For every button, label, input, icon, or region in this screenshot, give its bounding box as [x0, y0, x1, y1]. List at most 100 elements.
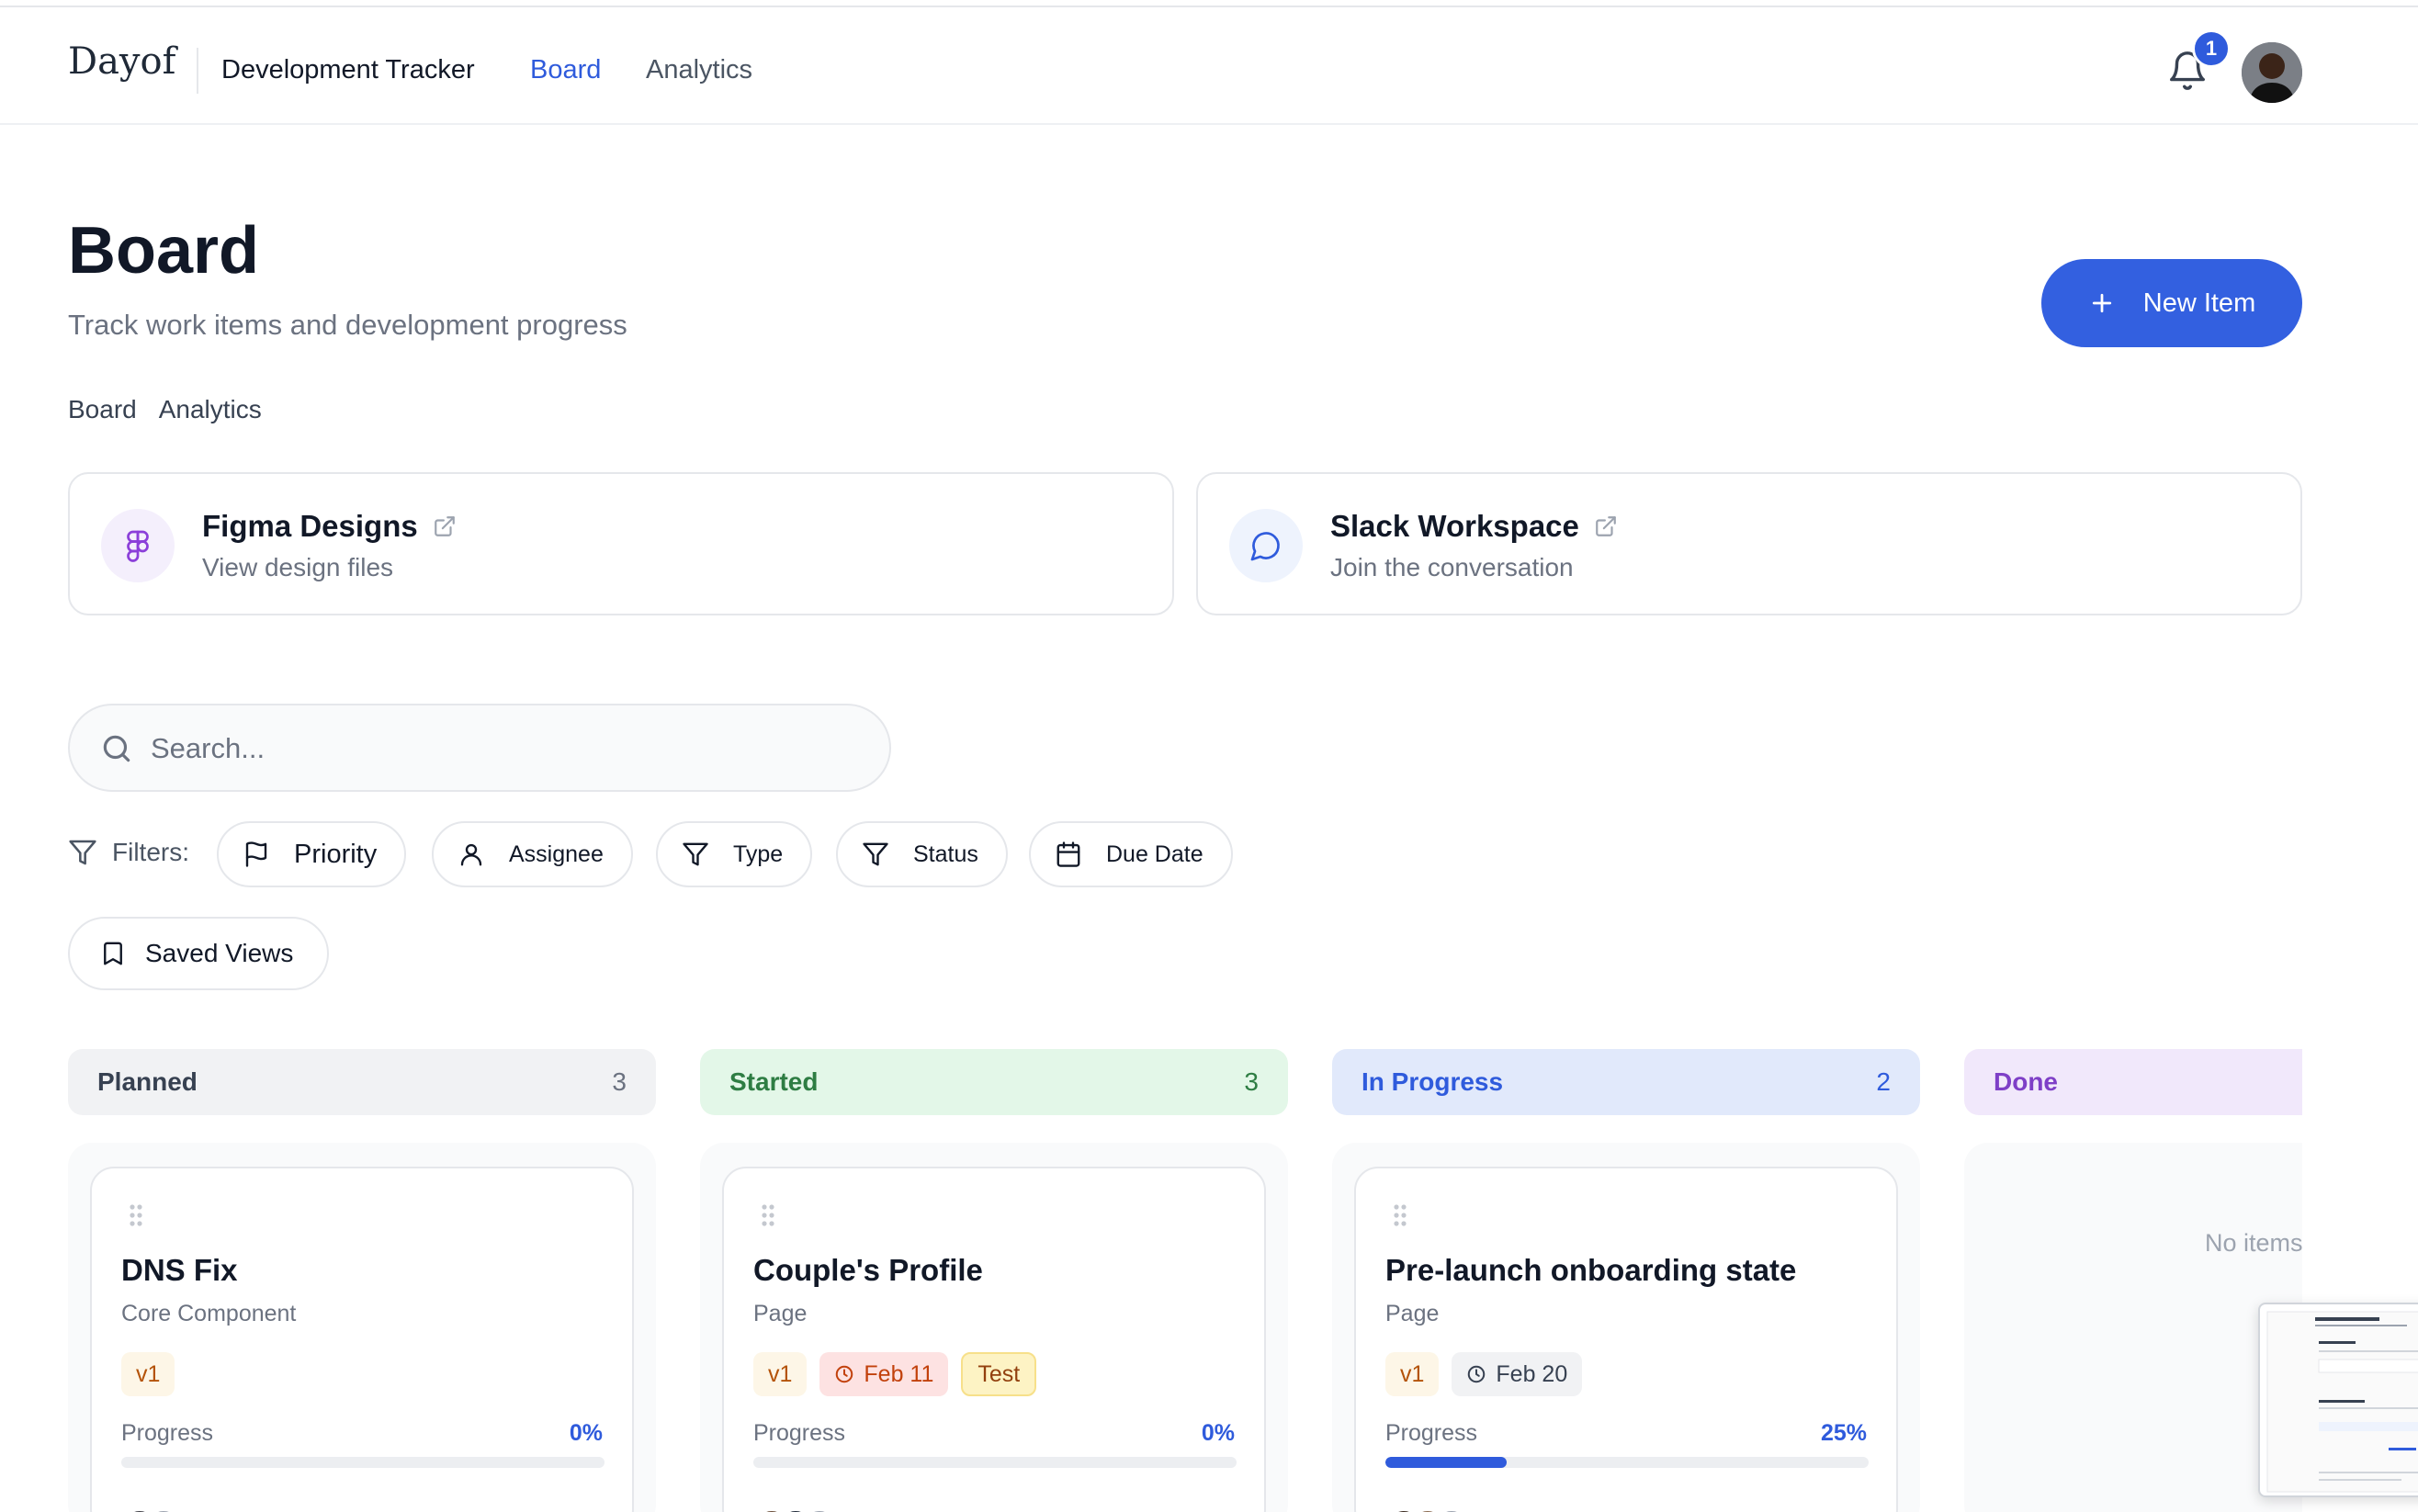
assignee-avatars [121, 1508, 182, 1512]
assignee-filter-label: Assignee [509, 841, 604, 867]
due-date-text: Feb 11 [864, 1360, 934, 1387]
user-icon [460, 843, 482, 866]
filters-label: Filters: [68, 838, 189, 867]
search-box [68, 704, 891, 792]
column-name: Done [1994, 1067, 2058, 1096]
column-header-in-progress: In Progress 2 [1332, 1049, 1920, 1115]
assignee-avatars [1385, 1508, 1470, 1512]
card-badges: v1 [121, 1352, 175, 1396]
progress-label: Progress [753, 1420, 846, 1446]
due-date-badge: Feb 20 [1452, 1352, 1583, 1396]
search-icon [103, 735, 130, 762]
assignee-avatars [753, 1508, 838, 1512]
logo-divider [197, 48, 198, 94]
clock-icon [836, 1365, 853, 1383]
calendar-icon [1056, 841, 1080, 867]
progress-bar [1385, 1457, 1869, 1468]
page-subtitle: Track work items and development progres… [68, 309, 627, 341]
column-name: Started [729, 1067, 819, 1096]
progress-bar [121, 1457, 604, 1468]
due-date-text: Feb 20 [1496, 1360, 1568, 1387]
new-item-button[interactable]: New Item [2041, 259, 2302, 347]
notification-badge: 1 [2192, 29, 2231, 68]
card-title: Couple's Profile [753, 1253, 983, 1287]
slack-title-row: Slack Workspace [1330, 509, 1618, 544]
priority-filter-label: Priority [294, 839, 378, 869]
tab-board[interactable]: Board [68, 395, 137, 424]
new-item-label: New Item [2142, 288, 2256, 318]
slack-link-card[interactable]: Slack Workspace Join the conversation [1196, 472, 2302, 615]
card-title: DNS Fix [121, 1253, 238, 1287]
slack-title: Slack Workspace [1330, 509, 1579, 543]
type-filter-button[interactable]: Type [656, 821, 813, 887]
progress-value: 25% [1820, 1420, 1867, 1446]
assignee-filter-button[interactable]: Assignee [432, 821, 633, 887]
app-title: Development Tracker [221, 55, 475, 85]
column-count: 2 [1876, 1067, 1891, 1096]
logo-suffix: f [162, 40, 176, 83]
column-count: 3 [612, 1067, 627, 1096]
saved-views-label: Saved Views [145, 939, 294, 967]
external-link-icon [1596, 516, 1616, 536]
bookmark-icon [104, 942, 122, 965]
view-tabs: Board Analytics [68, 395, 262, 424]
column-count: 3 [1244, 1067, 1259, 1096]
drag-handle-icon[interactable] [129, 1203, 143, 1227]
logo-text: Day [68, 40, 141, 83]
drag-handle-icon[interactable] [761, 1203, 775, 1227]
tag-badge: Test [961, 1352, 1037, 1396]
logo[interactable]: Dayof [68, 40, 175, 83]
card-badges: v1 Feb 11 Test [753, 1352, 1037, 1396]
column-header-planned: Planned 3 [68, 1049, 656, 1115]
ring-o-glyph: o [140, 40, 163, 83]
window-top-border [0, 0, 2418, 7]
column-header-started: Started 3 [700, 1049, 1288, 1115]
filter-icon [69, 840, 96, 865]
figma-icon [101, 509, 175, 582]
version-badge: v1 [1385, 1352, 1440, 1396]
external-link-icon [434, 516, 455, 536]
chat-bubble-icon [1229, 509, 1303, 582]
tab-analytics[interactable]: Analytics [159, 395, 262, 424]
plus-icon [2092, 293, 2111, 313]
progress-bar [753, 1457, 1237, 1468]
work-item-card[interactable]: Couple's Profile Page v1 Feb 11 Test Pro… [722, 1167, 1266, 1512]
empty-column-text: No items [2205, 1229, 2302, 1257]
user-avatar[interactable] [2242, 42, 2302, 103]
search-input[interactable] [151, 724, 867, 773]
card-type: Page [1385, 1301, 1440, 1326]
column-name: In Progress [1362, 1067, 1504, 1096]
progress-label: Progress [121, 1420, 214, 1446]
column-header-done: Done [1964, 1049, 2302, 1115]
filter-icon [863, 842, 888, 866]
done-column-clip: Done No items [1962, 1038, 2302, 1512]
work-item-card[interactable]: DNS Fix Core Component v1 Progress 0% [90, 1167, 634, 1512]
card-type: Core Component [121, 1301, 297, 1326]
progress-fill [1385, 1457, 1507, 1468]
nav-board-link[interactable]: Board [530, 55, 601, 85]
card-badges: v1 Feb 20 [1385, 1352, 1583, 1396]
app-header: Dayof Development Tracker Board Analytic… [0, 7, 2418, 125]
figma-title: Figma Designs [202, 509, 418, 543]
figma-subtitle: View design files [202, 553, 394, 581]
due-date-badge: Feb 11 [819, 1352, 949, 1396]
drag-handle-icon[interactable] [1393, 1203, 1407, 1227]
status-filter-button[interactable]: Status [836, 821, 1008, 887]
clock-icon [1468, 1365, 1486, 1383]
nav-analytics-link[interactable]: Analytics [646, 55, 752, 85]
column-name: Planned [97, 1067, 198, 1096]
progress-label: Progress [1385, 1420, 1478, 1446]
screenshot-thumbnail[interactable] [2258, 1303, 2418, 1497]
priority-filter-button[interactable]: Priority [217, 821, 407, 887]
version-badge: v1 [753, 1352, 808, 1396]
work-item-card[interactable]: Pre-launch onboarding state Page v1 Feb … [1354, 1167, 1898, 1512]
saved-views-button[interactable]: Saved Views [68, 917, 329, 990]
figma-link-card[interactable]: Figma Designs View design files [68, 472, 1174, 615]
due-date-filter-label: Due Date [1106, 841, 1203, 867]
figma-title-row: Figma Designs [202, 509, 457, 544]
progress-value: 0% [569, 1420, 603, 1446]
due-date-filter-button[interactable]: Due Date [1029, 821, 1233, 887]
flag-icon [245, 841, 267, 867]
progress-value: 0% [1201, 1420, 1235, 1446]
filters-label-text: Filters: [112, 838, 189, 866]
